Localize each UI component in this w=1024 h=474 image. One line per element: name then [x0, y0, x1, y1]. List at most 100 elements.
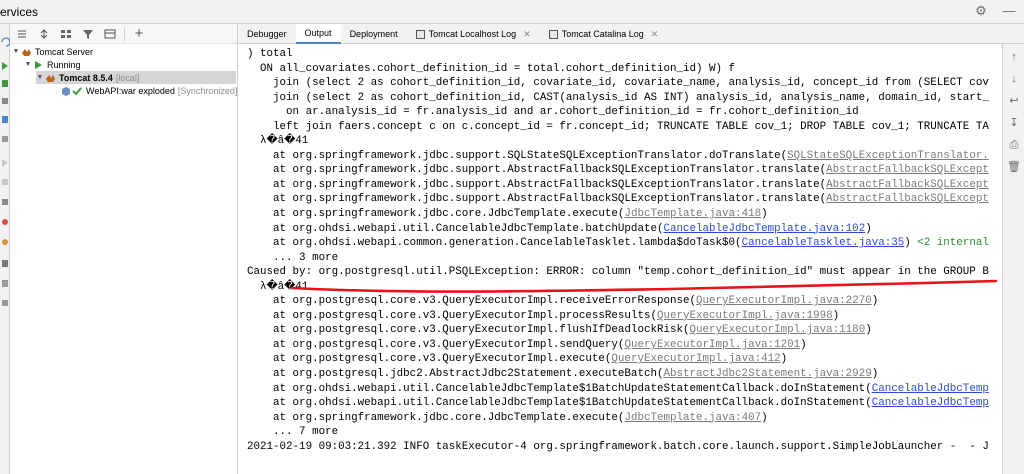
- stack-frame-text: at org.postgresql.core.v3.QueryExecutorI…: [247, 309, 657, 322]
- minimize-icon[interactable]: —: [1002, 4, 1016, 18]
- tree-item-label: Tomcat Server: [35, 46, 94, 57]
- run-icon: [32, 60, 44, 70]
- close-icon[interactable]: ✕: [523, 29, 531, 40]
- tomcat-icon: [20, 47, 32, 57]
- console-lines: ) total ON all_covariates.cohort_definit…: [247, 47, 989, 454]
- source-link[interactable]: JdbcTemplate.java:418: [624, 208, 761, 220]
- console-line-text: on ar.analysis_id = fr.analysis_id and a…: [247, 106, 859, 119]
- source-link[interactable]: CancelableTasklet.java:35: [742, 237, 905, 249]
- source-link[interactable]: CancelableJdbcTemp: [872, 383, 989, 395]
- stack-frame-suffix: ): [865, 222, 872, 235]
- console-line: at org.ohdsi.webapi.util.CancelableJdbcT…: [247, 396, 989, 411]
- console-line: left join faers.concept c on c.concept_i…: [247, 120, 989, 135]
- source-link[interactable]: QueryExecutorImpl.java:1201: [624, 339, 800, 351]
- chevron-down-icon[interactable]: ▼: [36, 74, 44, 81]
- stack-frame-suffix: ): [832, 309, 840, 322]
- console-line: ... 3 more: [247, 251, 989, 266]
- tab-debugger[interactable]: Debugger: [238, 24, 296, 44]
- tree-item-running[interactable]: ▼ Running: [24, 58, 81, 71]
- console-line-text: Caused by: org.postgresql.util.PSQLExcep…: [247, 266, 989, 279]
- console-line: ) total: [247, 47, 989, 62]
- source-link[interactable]: QueryExecutorImpl.java:1180: [690, 324, 866, 336]
- scroll-down-icon[interactable]: ↓: [1007, 72, 1021, 86]
- console-line: at org.postgresql.core.v3.QueryExecutorI…: [247, 338, 989, 353]
- tab-tomcat-localhost-log[interactable]: Tomcat Localhost Log ✕: [407, 24, 540, 44]
- source-link[interactable]: SQLStateSQLExceptionTranslator.: [787, 150, 989, 162]
- left-strip-add-icon[interactable]: [2, 300, 8, 306]
- console-line: Caused by: org.postgresql.util.PSQLExcep…: [247, 265, 989, 280]
- source-link[interactable]: AbstractFallbackSQLExcept: [826, 164, 989, 176]
- left-strip-java-icon[interactable]: [2, 239, 8, 245]
- close-icon[interactable]: ✕: [651, 29, 659, 40]
- source-link[interactable]: QueryExecutorImpl.java:2270: [696, 295, 872, 307]
- left-strip-update-icon[interactable]: [2, 116, 8, 123]
- console-side-toolbar: ↑ ↓ ↩ ↧ ⎙ 🗑: [1002, 44, 1024, 474]
- print-icon[interactable]: ⎙: [1007, 138, 1021, 152]
- console-line: at org.springframework.jdbc.support.Abst…: [247, 178, 989, 193]
- stack-frame-suffix: ): [761, 411, 768, 424]
- source-link[interactable]: AbstractFallbackSQLExcept: [826, 193, 989, 205]
- left-strip-pause-icon[interactable]: [2, 179, 8, 185]
- expand-all-icon[interactable]: [14, 26, 30, 42]
- source-link[interactable]: AbstractJdbc2Statement.java:2929: [663, 368, 871, 380]
- tab-output[interactable]: Output: [295, 24, 341, 44]
- tree-item-webapi-artifact[interactable]: WebAPI:war exploded [Synchronized]: [60, 84, 237, 97]
- stack-frame-text: at org.postgresql.core.v3.QueryExecutorI…: [247, 338, 625, 351]
- scroll-up-icon[interactable]: ↑: [1007, 50, 1021, 64]
- filter-icon[interactable]: [80, 26, 96, 42]
- tree-item-label: WebAPI:war exploded: [86, 85, 175, 96]
- left-strip-deploy-icon[interactable]: [2, 136, 8, 142]
- chevron-down-icon[interactable]: ▼: [12, 48, 20, 55]
- console-line: at org.postgresql.core.v3.QueryExecutorI…: [247, 323, 989, 338]
- source-link[interactable]: CancelableJdbcTemp: [872, 397, 989, 409]
- source-link[interactable]: AbstractFallbackSQLExcept: [826, 179, 989, 191]
- source-link[interactable]: QueryExecutorImpl.java:1998: [657, 310, 833, 322]
- stack-frame-suffix: ): [761, 208, 768, 221]
- console-line: 2021-02-19 09:03:21.392 INFO taskExecuto…: [247, 440, 989, 455]
- title-bar: ervices ⚙ —: [0, 0, 1024, 24]
- source-link[interactable]: QueryExecutorImpl.java:412: [611, 353, 780, 365]
- internal-calls-fold[interactable]: <2 internal: [917, 237, 989, 249]
- view-options-icon[interactable]: [102, 26, 118, 42]
- stack-frame-text: at org.ohdsi.webapi.util.CancelableJdbcT…: [247, 397, 872, 410]
- add-service-icon[interactable]: +: [131, 25, 147, 42]
- left-strip-layout-icon[interactable]: [2, 280, 8, 287]
- settings-gear-icon[interactable]: ⚙: [974, 4, 988, 18]
- left-strip-debug-icon[interactable]: [2, 80, 8, 87]
- left-strip-debug-bug-icon[interactable]: [2, 219, 8, 225]
- clear-all-icon[interactable]: 🗑: [1007, 160, 1021, 174]
- tree-toolbar: +: [10, 24, 237, 44]
- stack-frame-text: at org.springframework.jdbc.core.JdbcTem…: [247, 208, 625, 221]
- left-strip-group-icon[interactable]: [2, 260, 8, 267]
- stack-frame-text: at org.postgresql.core.v3.QueryExecutorI…: [247, 324, 690, 337]
- log-file-icon: [415, 29, 425, 39]
- tab-tomcat-catalina-log[interactable]: Tomcat Catalina Log ✕: [540, 24, 668, 44]
- scroll-to-end-icon[interactable]: ↧: [1007, 116, 1021, 130]
- console-output[interactable]: ) total ON all_covariates.cohort_definit…: [238, 44, 1002, 474]
- left-strip-undeploy-icon[interactable]: [2, 159, 8, 167]
- left-strip-stop-icon[interactable]: [2, 98, 8, 104]
- console-line: at org.springframework.jdbc.support.SQLS…: [247, 149, 989, 164]
- tab-label: Tomcat Localhost Log: [428, 29, 517, 39]
- tomcat-icon: [44, 73, 56, 83]
- source-link[interactable]: CancelableJdbcTemplate.java:102: [663, 223, 865, 235]
- console-line: at org.springframework.jdbc.support.Abst…: [247, 163, 989, 178]
- soft-wrap-icon[interactable]: ↩: [1007, 94, 1021, 108]
- collapse-all-icon[interactable]: [36, 26, 52, 42]
- stack-frame-text: at org.postgresql.jdbc2.AbstractJdbc2Sta…: [247, 368, 664, 381]
- tab-label: Deployment: [349, 29, 398, 39]
- stack-frame-text: at org.postgresql.core.v3.QueryExecutorI…: [247, 353, 612, 366]
- left-strip-refresh-icon[interactable]: [1, 37, 11, 47]
- tree-item-tomcat-854[interactable]: ▼ Tomcat 8.5.4 [local]: [36, 71, 236, 84]
- source-link[interactable]: JdbcTemplate.java:407: [624, 412, 761, 424]
- left-strip-artifact-icon[interactable]: [2, 199, 8, 205]
- stack-frame-text: at org.springframework.jdbc.core.JdbcTem…: [247, 411, 625, 424]
- group-by-icon[interactable]: [58, 26, 74, 42]
- chevron-down-icon[interactable]: ▼: [24, 61, 32, 68]
- tree-item-tomcat-server[interactable]: ▼ Tomcat Server: [12, 45, 94, 58]
- tab-deployment[interactable]: Deployment: [341, 24, 407, 44]
- stack-frame-text: at org.springframework.jdbc.support.SQLS…: [247, 149, 788, 162]
- console-line: ... 7 more: [247, 425, 989, 440]
- left-strip-run-icon[interactable]: [2, 62, 8, 70]
- console-line: join (select 2 as cohort_definition_id, …: [247, 76, 989, 91]
